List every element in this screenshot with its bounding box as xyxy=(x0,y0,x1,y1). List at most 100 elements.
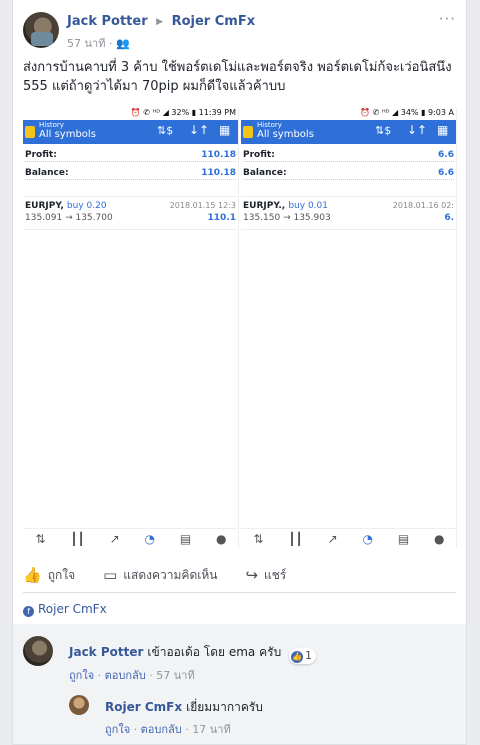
trade-date: 2018.01.15 12:3 xyxy=(169,201,236,210)
reply-avatar[interactable] xyxy=(69,695,89,715)
balance-label: Balance: xyxy=(243,168,287,178)
share-label: แชร์ xyxy=(264,567,287,582)
comment-avatar[interactable] xyxy=(23,636,53,666)
trend-icon: ↗ xyxy=(327,531,338,546)
app-bar: History All symbols ⇅$ ↓↑ ▦ xyxy=(241,120,456,144)
quotes-icon: ⇅ xyxy=(253,531,264,546)
status-bar: ⏰ ✆ ᴴᴰ ◢ 34% ▮ 9:03 A xyxy=(241,108,456,120)
trend-icon: ↗ xyxy=(109,531,120,546)
sort-icon: ↓↑ xyxy=(189,123,210,137)
reply-like-link[interactable]: ถูกใจ xyxy=(105,723,130,736)
commenting-as-label: Rojer CmFx xyxy=(38,602,107,616)
comment-button[interactable]: ▭ แสดงความคิดเห็น xyxy=(103,565,217,585)
trade-side: buy 0.01 xyxy=(288,201,328,211)
app-tabbar: ⇅ ┃┃ ↗ ◔ ▤ ● xyxy=(23,528,238,548)
comment-icon: ▭ xyxy=(103,566,118,584)
arrow-right-icon: ▶ xyxy=(156,17,164,27)
history-label: History xyxy=(39,121,64,129)
reply-author[interactable]: Rojer CmFx xyxy=(105,700,182,714)
app-icon xyxy=(243,126,253,138)
trade-prices: 135.091 → 135.700 xyxy=(25,213,113,223)
post-images[interactable]: ⏰ ✆ ᴴᴰ ◢ 32% ▮ 11:39 PM History All symb… xyxy=(23,108,457,548)
like-reaction-icon: 👍 xyxy=(291,651,303,663)
trade-symbol: EURJPY, buy 0.20 xyxy=(25,201,107,211)
author-link[interactable]: Jack Potter xyxy=(67,14,148,29)
reply-links: ถูกใจ · ตอบกลับ · 17 นาที xyxy=(105,723,231,736)
friends-icon: 👥 xyxy=(115,37,130,50)
comment-time[interactable]: 57 นาที xyxy=(156,669,194,682)
reply-text: เยี่ยมมากาครับ xyxy=(186,700,263,714)
sort-icon: ↓↑ xyxy=(407,123,428,137)
post-title: Jack Potter ▶ Rojer CmFx xyxy=(67,14,255,29)
reply-reply-link[interactable]: ตอบกลับ xyxy=(141,723,182,736)
comment-author[interactable]: Jack Potter xyxy=(69,645,143,659)
comment-label: แสดงความคิดเห็น xyxy=(123,567,218,582)
comment-reply-link[interactable]: ตอบกลับ xyxy=(105,669,146,682)
comment-text: เข้าออเด้อ โดย ema ครับ xyxy=(147,645,282,659)
post-text: ส่งการบ้านคาบที่ 3 ค้าบ ใช้พอร์ตเดโม่และ… xyxy=(23,60,452,94)
commenting-as[interactable]: f Rojer CmFx xyxy=(23,602,107,617)
share-icon: ↪ xyxy=(245,566,259,584)
trade-side: buy 0.20 xyxy=(66,201,107,211)
trade-date: 2018.01.16 02: xyxy=(392,201,454,210)
author-avatar[interactable] xyxy=(23,12,59,48)
comment-like-link[interactable]: ถูกใจ xyxy=(69,669,94,682)
feed-post: Jack Potter ▶ Rojer CmFx 57 นาที · 👥 ···… xyxy=(12,0,467,745)
profit-row: Profit: 110.18 xyxy=(25,144,236,162)
chart-icon: ┃┃ xyxy=(70,531,85,546)
post-timestamp[interactable]: 57 นาที · xyxy=(67,37,116,50)
like-label: ถูกใจ xyxy=(47,567,76,582)
screenshot-left[interactable]: ⏰ ✆ ᴴᴰ ◢ 32% ▮ 11:39 PM History All symb… xyxy=(23,108,239,548)
like-button[interactable]: 👍 ถูกใจ xyxy=(23,565,75,585)
balance-row: Balance: 110.18 xyxy=(25,162,236,180)
quotes-icon: ⇅ xyxy=(35,531,46,546)
currency-filter-icon: ⇅$ xyxy=(375,124,392,137)
trade-profit: 6. xyxy=(444,213,454,223)
comment-links: ถูกใจ · ตอบกลับ · 57 นาที xyxy=(69,669,195,682)
reaction-count[interactable]: 👍 1 xyxy=(289,648,316,664)
calendar-icon: ▦ xyxy=(219,123,231,137)
post-meta: 57 นาที · 👥 xyxy=(67,34,130,52)
chart-icon: ┃┃ xyxy=(288,531,303,546)
trade-profit: 110.1 xyxy=(207,213,236,223)
more-options-icon[interactable]: ··· xyxy=(439,10,456,28)
trade-row: EURJPY., buy 0.01 135.150 → 135.903 2018… xyxy=(241,196,456,230)
balance-label: Balance: xyxy=(25,168,69,178)
symbol-text: EURJPY. xyxy=(243,201,282,211)
news-icon: ▤ xyxy=(397,531,410,546)
screenshot-right[interactable]: ⏰ ✆ ᴴᴰ ◢ 34% ▮ 9:03 A History All symbol… xyxy=(241,108,457,548)
thumbs-up-icon: 👍 xyxy=(23,566,42,584)
app-bar: History All symbols ⇅$ ↓↑ ▦ xyxy=(23,120,238,144)
status-bar: ⏰ ✆ ᴴᴰ ◢ 32% ▮ 11:39 PM xyxy=(23,108,238,120)
trade-row: EURJPY, buy 0.20 135.091 → 135.700 2018.… xyxy=(23,196,238,230)
history-label: History xyxy=(257,121,282,129)
profit-label: Profit: xyxy=(243,150,275,160)
reply-bubble: Rojer CmFx เยี่ยมมากาครับ xyxy=(95,693,273,722)
balance-row: Balance: 6.6 xyxy=(243,162,454,180)
trade-symbol: EURJPY., buy 0.01 xyxy=(243,201,328,211)
share-button[interactable]: ↪ แชร์ xyxy=(245,565,286,585)
post-actions: 👍 ถูกใจ ▭ แสดงความคิดเห็น ↪ แชร์ xyxy=(23,565,286,585)
currency-filter-icon: ⇅$ xyxy=(157,124,174,137)
app-icon xyxy=(25,126,35,138)
trade-prices: 135.150 → 135.903 xyxy=(243,213,331,223)
reaction-number: 1 xyxy=(305,649,312,662)
divider xyxy=(23,592,456,593)
profit-value: 110.18 xyxy=(201,150,236,160)
profit-row: Profit: 6.6 xyxy=(243,144,454,162)
chat-icon: ● xyxy=(216,531,227,546)
chat-icon: ● xyxy=(434,531,445,546)
history-tab-icon: ◔ xyxy=(362,531,374,546)
post-header: Jack Potter ▶ Rojer CmFx 57 นาที · 👥 ··· xyxy=(23,10,456,52)
symbols-label: All symbols xyxy=(257,129,314,140)
app-tabbar: ⇅ ┃┃ ↗ ◔ ▤ ● xyxy=(241,528,456,548)
comment-bubble: Jack Potter เข้าออเด้อ โดย ema ครับ xyxy=(59,638,292,667)
news-icon: ▤ xyxy=(179,531,192,546)
symbols-label: All symbols xyxy=(39,129,96,140)
balance-value: 110.18 xyxy=(201,168,236,178)
page-link[interactable]: Rojer CmFx xyxy=(172,14,256,29)
calendar-icon: ▦ xyxy=(437,123,449,137)
history-tab-icon: ◔ xyxy=(144,531,156,546)
profit-label: Profit: xyxy=(25,150,57,160)
reply-time[interactable]: 17 นาที xyxy=(192,723,230,736)
